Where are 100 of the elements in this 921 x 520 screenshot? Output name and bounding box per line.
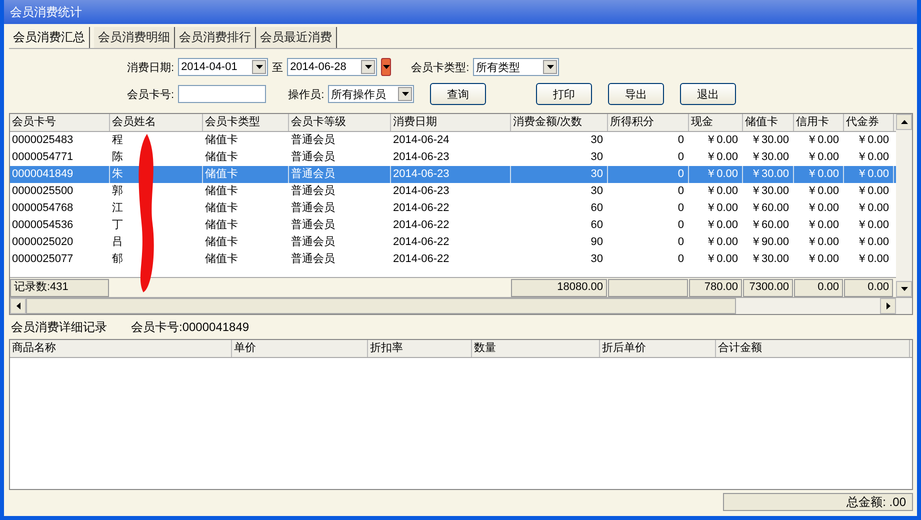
operator-dropdown[interactable]: 所有操作员 [328, 85, 414, 103]
date-to-picker[interactable]: 2014-06-28 [287, 58, 378, 76]
table-cell-text: 储值卡 [204, 133, 239, 148]
tab[interactable]: 会员消费明细 [94, 27, 175, 48]
table-cell-text: ￥0.00 [856, 252, 890, 267]
window-title: 会员消费统计 [10, 4, 82, 20]
total-amount: 总金额: .00 [723, 493, 913, 511]
table-cell-text: 普通会员 [290, 218, 336, 233]
table-cell-text: ￥0.00 [704, 252, 739, 267]
table-cell-text: 0000025077 [11, 252, 74, 267]
vertical-scrollbar[interactable] [896, 114, 912, 297]
table-cell-text: ￥0.00 [704, 184, 739, 199]
horizontal-scrollbar[interactable] [10, 297, 912, 314]
table-cell-text: 普通会员 [290, 150, 336, 165]
column-header[interactable]: 折后单价 [600, 340, 716, 357]
scroll-up-button[interactable] [896, 114, 912, 130]
tab[interactable]: 会员最近消费 [256, 27, 337, 48]
card-number-text: 会员卡号:0000041849 [131, 318, 250, 336]
table-cell-text: ￥0.00 [806, 201, 840, 216]
detail-title: 会员消费详细记录 [11, 318, 107, 336]
card-number-field[interactable] [178, 85, 266, 103]
caret-down-icon [900, 287, 908, 291]
column-header[interactable]: 会员卡类型 [203, 114, 289, 131]
scroll-left-button[interactable] [10, 298, 26, 314]
table-cell-text: ￥0.00 [806, 235, 840, 250]
column-header[interactable]: 信用卡 [794, 114, 844, 131]
action-button[interactable]: 导出 [608, 83, 664, 105]
table-cell-text: 普通会员 [290, 200, 336, 216]
table-cell-text: ￥0.00 [856, 218, 890, 233]
table-row[interactable]: 0000041849 朱 储值卡 普通会员 2014-06-23 30 0 ￥0.00 ￥30.00 ￥0.00 ￥0.00 [10, 166, 896, 183]
column-header[interactable]: 储值卡 [743, 114, 794, 131]
summary-cell: 记录数:431 [10, 279, 109, 297]
table-cell-text: 2014-06-24 [392, 133, 450, 148]
scrollbar-thumb[interactable] [26, 298, 736, 314]
table-cell-text: 0 [676, 150, 685, 165]
action-button[interactable]: 退出 [680, 83, 736, 105]
column-header[interactable]: 单价 [232, 340, 368, 357]
table-cell-text: ￥0.00 [856, 201, 890, 216]
table-cell-text: 0 [676, 218, 685, 233]
table-cell-text: ￥30.00 [749, 184, 790, 199]
scroll-right-button[interactable] [880, 298, 896, 314]
card-number-label: 会员卡号: [127, 88, 174, 102]
table-cell-text: 郁 [111, 252, 124, 267]
table-cell-text: ￥60.00 [749, 201, 790, 216]
column-header[interactable]: 现金 [689, 114, 743, 131]
table-cell-text: 储值卡 [204, 218, 239, 233]
column-header[interactable]: 所得积分 [608, 114, 689, 131]
table-cell-text: 0 [676, 133, 685, 148]
table-cell-text: 0000025500 [11, 184, 74, 199]
card-type-dropdown[interactable]: 所有类型 [473, 58, 560, 76]
table-cell-text: 江 [111, 201, 124, 216]
table-cell-text: 0 [676, 201, 685, 216]
table-cell-text: 储值卡 [204, 235, 239, 250]
caret-down-icon [402, 92, 409, 96]
date-from-picker[interactable]: 2014-04-01 [178, 58, 268, 76]
column-header[interactable]: 会员姓名 [110, 114, 203, 131]
table-cell-text: 60 [590, 201, 604, 216]
table-cell-text: ￥0.00 [806, 252, 840, 267]
summary-cell: 7300.00 [743, 279, 793, 297]
action-button[interactable]: 打印 [536, 83, 592, 105]
column-header[interactable]: 会员卡号 [10, 114, 110, 131]
column-header[interactable]: 消费金额/次数 [511, 114, 608, 131]
table-cell-text: 30 [590, 150, 604, 165]
table-cell-text: ￥90.00 [749, 235, 790, 250]
column-header[interactable]: 代金券 [844, 114, 894, 131]
table-cell-text: ￥0.00 [856, 184, 890, 199]
column-header[interactable]: 合计金额 [716, 340, 910, 357]
tab[interactable]: 会员消费排行 [175, 27, 256, 48]
operator-label: 操作员: [288, 88, 324, 102]
table-cell-text: ￥0.00 [856, 235, 890, 250]
table-cell-text: 0 [676, 184, 685, 199]
column-header[interactable]: 会员卡等级 [289, 114, 391, 131]
table-cell-text: 30 [590, 133, 604, 148]
caret-down-icon [546, 65, 554, 69]
column-header[interactable]: 折扣率 [368, 340, 472, 357]
column-header[interactable]: 消费日期 [391, 114, 511, 131]
table-cell-text: 储值卡 [204, 201, 239, 216]
table-cell-text: 2014-06-23 [392, 184, 450, 199]
table-cell-text: 0000025020 [11, 235, 74, 250]
table-cell-text: 2014-06-23 [392, 150, 450, 165]
table-cell-text: 储值卡 [204, 150, 239, 165]
date-label: 消费日期: [127, 60, 174, 74]
table-cell-text: 丁 [111, 218, 124, 233]
dropdown-button[interactable] [381, 58, 392, 76]
column-header[interactable]: 商品名称 [10, 340, 232, 357]
table-cell-text: 普通会员 [290, 252, 336, 267]
scroll-down-button[interactable] [896, 281, 912, 297]
table-cell-text: ￥60.00 [749, 218, 790, 233]
table-cell-text: 30 [590, 252, 604, 267]
summary-cell: 0.00 [844, 279, 893, 297]
caret-down-icon [256, 65, 263, 69]
table-cell-text: 0000025483 [11, 133, 74, 148]
column-header[interactable]: 数量 [472, 340, 600, 357]
table-cell-text: 0000054768 [11, 201, 74, 216]
action-button[interactable]: 查询 [430, 83, 486, 105]
table-cell-text: ￥0.00 [856, 150, 890, 165]
caret-down-icon [364, 65, 372, 69]
table-cell-text: ￥0.00 [856, 133, 890, 148]
table-cell-text: ￥0.00 [704, 218, 739, 233]
summary-cell: 18080.00 [511, 279, 607, 297]
